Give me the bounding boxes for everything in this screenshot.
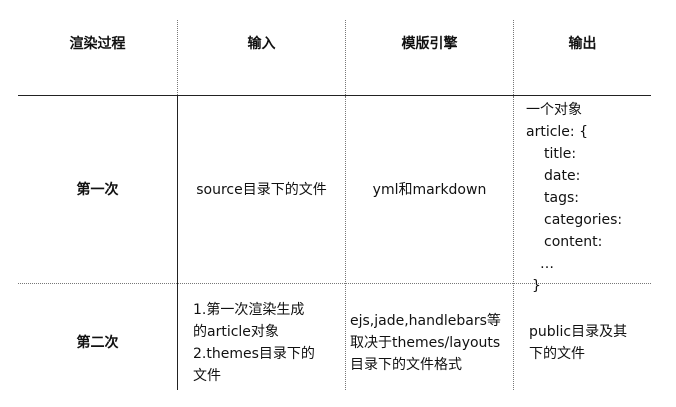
row1-input: source目录下的文件	[196, 181, 327, 198]
row2-input-line-1: 1.第一次渲染生成	[193, 302, 305, 318]
body-divider-3	[513, 96, 514, 390]
row1-output-line-2: article: {	[526, 124, 588, 140]
row2-output: public目录及其 下的文件	[529, 321, 649, 369]
header-engine: 模版引擎	[401, 36, 458, 52]
rendering-table: 渲染过程 输入 模版引擎 输出 第一次 source目录下的文件 yml和mar…	[0, 0, 676, 407]
row2-input-line-2: 的article对象	[193, 324, 279, 340]
row1-output: 一个对象 article: { title: date: tags: categ…	[526, 99, 651, 294]
row2-output-line-1: public目录及其	[529, 324, 628, 340]
header-input: 输入	[247, 36, 276, 52]
row1-stage: 第一次	[76, 181, 119, 198]
row2-input-line-3: 2.themes目录下的	[193, 346, 315, 362]
row2-input-line-4: 文件	[193, 368, 221, 384]
row1-output-line-7: content:	[544, 234, 603, 250]
row1-output-line-9: }	[532, 278, 541, 294]
row2-output-line-2: 下的文件	[529, 346, 585, 362]
row2-engine-line-2: 取决于themes/layouts	[350, 335, 501, 351]
header-output: 输出	[568, 36, 597, 52]
row1-output-line-4: date:	[544, 168, 581, 184]
row2-stage: 第二次	[76, 335, 119, 351]
row1-output-line-5: tags:	[544, 190, 579, 206]
header-stage: 渲染过程	[69, 36, 126, 52]
row1-output-line-1: 一个对象	[526, 102, 582, 118]
row1-output-line-3: title:	[544, 146, 577, 162]
row1-output-line-8: …	[540, 256, 554, 272]
row2-engine-line-1: ejs,jade,handlebars等	[350, 313, 501, 329]
row1-output-line-6: categories:	[544, 212, 623, 228]
row2-engine-line-3: 目录下的文件格式	[350, 357, 462, 373]
row2-engine: ejs,jade,handlebars等 取决于themes/layouts 目…	[350, 310, 512, 382]
row1-engine: yml和markdown	[372, 181, 487, 198]
row2-input: 1.第一次渲染生成 的article对象 2.themes目录下的 文件	[193, 299, 343, 391]
